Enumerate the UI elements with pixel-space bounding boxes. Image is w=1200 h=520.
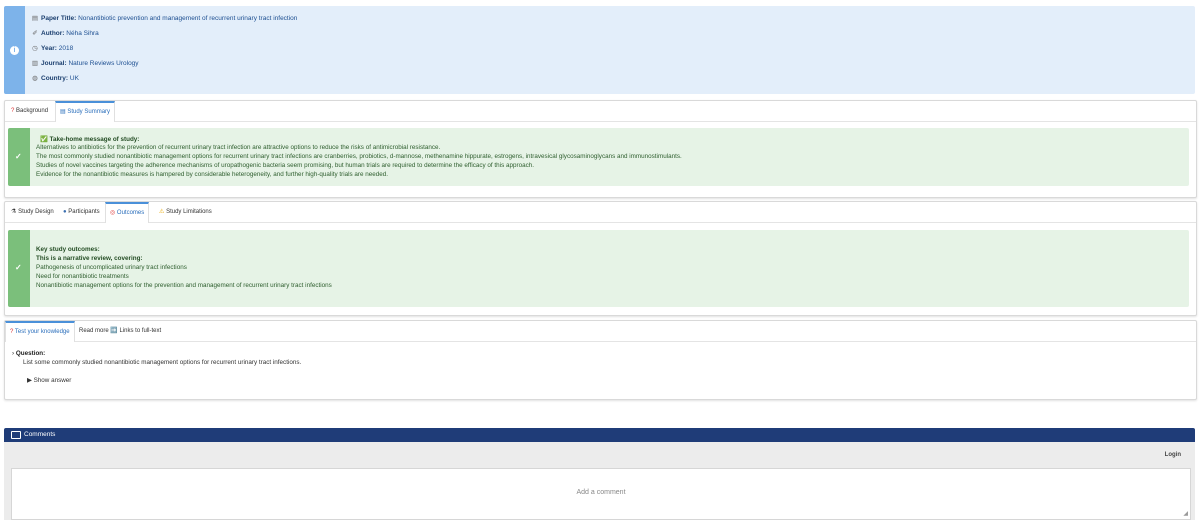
outcomes-panel: ⚗ Study Design ● Participants ◎ Outcomes… [4,201,1197,316]
paper-title: Nonantibiotic prevention and management … [78,15,298,22]
year-row: ◷ Year: 2018 [32,45,74,52]
question-icon: ? [11,108,15,114]
paper-info-box: i ▤ Paper Title: Nonantibiotic prevention… [4,6,1195,94]
summary-line: Studies of novel vaccines targeting the … [36,162,534,169]
info-icon: i [10,46,19,55]
comment-input[interactable]: Add a comment ◢ [11,468,1191,520]
knowledge-panel: ? Test your knowledge Read more ➡️ Links… [4,320,1197,400]
tab-participants[interactable]: ● Participants [59,202,104,221]
comments-title: Comments [24,431,56,438]
target-icon: ◎ [110,210,116,216]
comment-placeholder: Add a comment [576,489,626,496]
tab-study-design[interactable]: ⚗ Study Design [7,202,58,221]
year-value: 2018 [58,45,74,52]
comments-header: Comments [4,428,1195,442]
person-icon: ● [63,209,67,215]
key-outcomes-box: ✓ Key study outcomes: This is a narrativ… [8,230,1189,307]
country-value: UK [69,75,79,82]
warning-icon: ⚠ [159,209,165,215]
outcomes-heading: Key study outcomes: [36,246,100,253]
person-icon: ✐ [32,30,38,37]
tab-study-limitations[interactable]: ⚠ Study Limitations [155,202,216,221]
info-bar: i [4,6,25,94]
tab-read-more[interactable]: Read more ➡️ Links to full-text [75,321,165,340]
question-text: List some commonly studied nonantibiotic… [23,359,302,366]
outcome-line: Nonantibiotic management options for the… [36,282,332,289]
clock-icon: ◷ [32,45,38,52]
take-home-heading: ✅ Take-home message of study: [40,136,140,143]
question-row: › Question: [12,350,45,357]
summary-line: Alternatives to antibiotics for the prev… [36,144,441,151]
bullet-icon: › [12,350,15,357]
check-icon: ✓ [15,152,22,161]
journal-row: ▥ Journal: Nature Reviews Urology [31,60,139,67]
triangle-right-icon: ▶ [27,377,32,384]
books-icon: ▥ [31,60,39,67]
show-answer-toggle[interactable]: ▶ Show answer [27,377,71,384]
tab-outcomes[interactable]: ◎ Outcomes [105,202,150,223]
comment-icon [11,431,21,439]
question-label: Question: [15,350,46,357]
notepad-icon: ▤ [60,109,66,115]
document-icon: ▤ [31,15,39,22]
summary-line: Evidence for the nonantibiotic measures … [36,171,389,178]
author-name: Néha Sihra [66,30,99,37]
check-icon: ✓ [15,263,22,272]
outcomes-subheading: This is a narrative review, covering: [36,255,143,262]
resize-grip-icon[interactable]: ◢ [1183,510,1188,517]
summary-tabs: ? Background ▤ Study Summary [5,101,1196,122]
summary-line: The most commonly studied nonantibiotic … [36,153,682,160]
question-icon: ? [10,329,14,335]
author-row: ✐ Author: Néha Sihra [32,30,99,37]
summary-panel: ? Background ▤ Study Summary ✓ ✅ Take-ho… [4,100,1197,198]
outcomes-tabs: ⚗ Study Design ● Participants ◎ Outcomes… [5,202,1196,223]
login-link[interactable]: Login [1165,452,1181,458]
tab-test-your-knowledge[interactable]: ? Test your knowledge [5,321,75,342]
knowledge-tabs: ? Test your knowledge Read more ➡️ Links… [5,321,1196,342]
paper-title-row: ▤ Paper Title: Nonantibiotic prevention a… [31,15,298,22]
journal-name: Nature Reviews Urology [68,60,139,67]
microscope-icon: ⚗ [11,209,17,215]
globe-icon: ◍ [32,75,38,82]
tab-background[interactable]: ? Background [7,101,52,120]
tab-study-summary[interactable]: ▤ Study Summary [55,101,116,122]
outcome-line: Pathogenesis of uncomplicated urinary tr… [36,264,187,271]
take-home-message-box: ✓ ✅ Take-home message of study: Alternat… [8,128,1189,186]
outcome-line: Need for nonantibiotic treatments [36,273,129,280]
country-row: ◍ Country: UK [32,75,79,82]
comments-area: Login Add a comment ◢ [4,442,1195,520]
